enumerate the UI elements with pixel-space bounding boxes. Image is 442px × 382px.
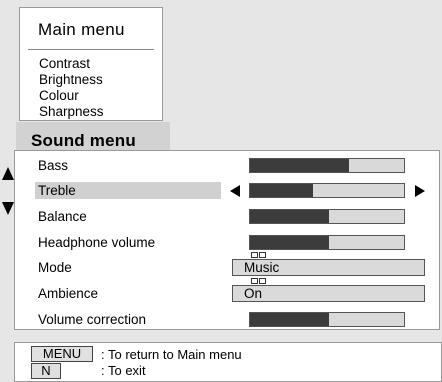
main-menu-item-colour[interactable]: Colour bbox=[39, 88, 79, 104]
left-arrow-icon[interactable] bbox=[230, 185, 240, 197]
level-fill bbox=[250, 159, 349, 172]
sound-row-headphone-volume[interactable]: Headphone volume bbox=[15, 234, 439, 252]
help-bar: MENU : To return to Main menu N : To exi… bbox=[14, 342, 442, 382]
treble-level-bar[interactable] bbox=[249, 183, 405, 198]
sound-row-volume-correction[interactable]: Volume correction bbox=[15, 311, 439, 329]
row-label: Mode bbox=[38, 260, 72, 275]
down-arrow-icon[interactable] bbox=[2, 202, 14, 215]
right-arrow-icon[interactable] bbox=[415, 185, 425, 197]
main-menu-item-sharpness[interactable]: Sharpness bbox=[39, 104, 104, 120]
sound-row-ambience[interactable]: Ambience On bbox=[15, 278, 439, 303]
row-label: Headphone volume bbox=[38, 235, 156, 250]
level-fill bbox=[250, 184, 314, 197]
main-menu-title: Main menu bbox=[38, 20, 125, 39]
level-fill bbox=[250, 210, 329, 223]
row-label: Bass bbox=[38, 158, 69, 173]
sound-menu-title: Sound menu bbox=[31, 131, 136, 150]
sound-row-balance[interactable]: Balance bbox=[15, 208, 439, 226]
main-menu-panel: Main menu Contrast Brightness Colour Sha… bbox=[19, 7, 163, 121]
row-label: Balance bbox=[38, 209, 87, 224]
menu-key-description: : To return to Main menu bbox=[101, 347, 242, 362]
row-label: Treble bbox=[38, 183, 76, 198]
row-label: Volume correction bbox=[38, 312, 147, 327]
sound-row-bass[interactable]: Bass bbox=[15, 157, 439, 175]
level-fill bbox=[250, 236, 329, 249]
main-menu-item-brightness[interactable]: Brightness bbox=[39, 72, 103, 88]
sound-row-mode[interactable]: Mode Music bbox=[15, 252, 439, 277]
menu-key[interactable]: MENU bbox=[31, 346, 93, 362]
sound-row-treble[interactable]: Treble bbox=[15, 182, 439, 200]
main-menu-item-contrast[interactable]: Contrast bbox=[39, 56, 90, 72]
up-arrow-icon[interactable] bbox=[2, 167, 14, 180]
headphone-volume-level-bar[interactable] bbox=[249, 235, 405, 250]
main-menu-divider bbox=[28, 49, 154, 50]
bass-level-bar[interactable] bbox=[249, 158, 405, 173]
n-key[interactable]: N bbox=[31, 363, 61, 379]
balance-level-bar[interactable] bbox=[249, 209, 405, 224]
mode-value[interactable]: Music bbox=[232, 259, 425, 276]
sound-menu-panel: Bass Treble Balance Headphone volume Mod… bbox=[14, 150, 440, 330]
level-fill bbox=[250, 313, 329, 326]
ambience-value[interactable]: On bbox=[232, 285, 425, 302]
sound-menu-tab: Sound menu bbox=[16, 122, 170, 150]
volume-correction-level-bar[interactable] bbox=[249, 312, 405, 327]
row-label: Ambience bbox=[38, 286, 99, 301]
